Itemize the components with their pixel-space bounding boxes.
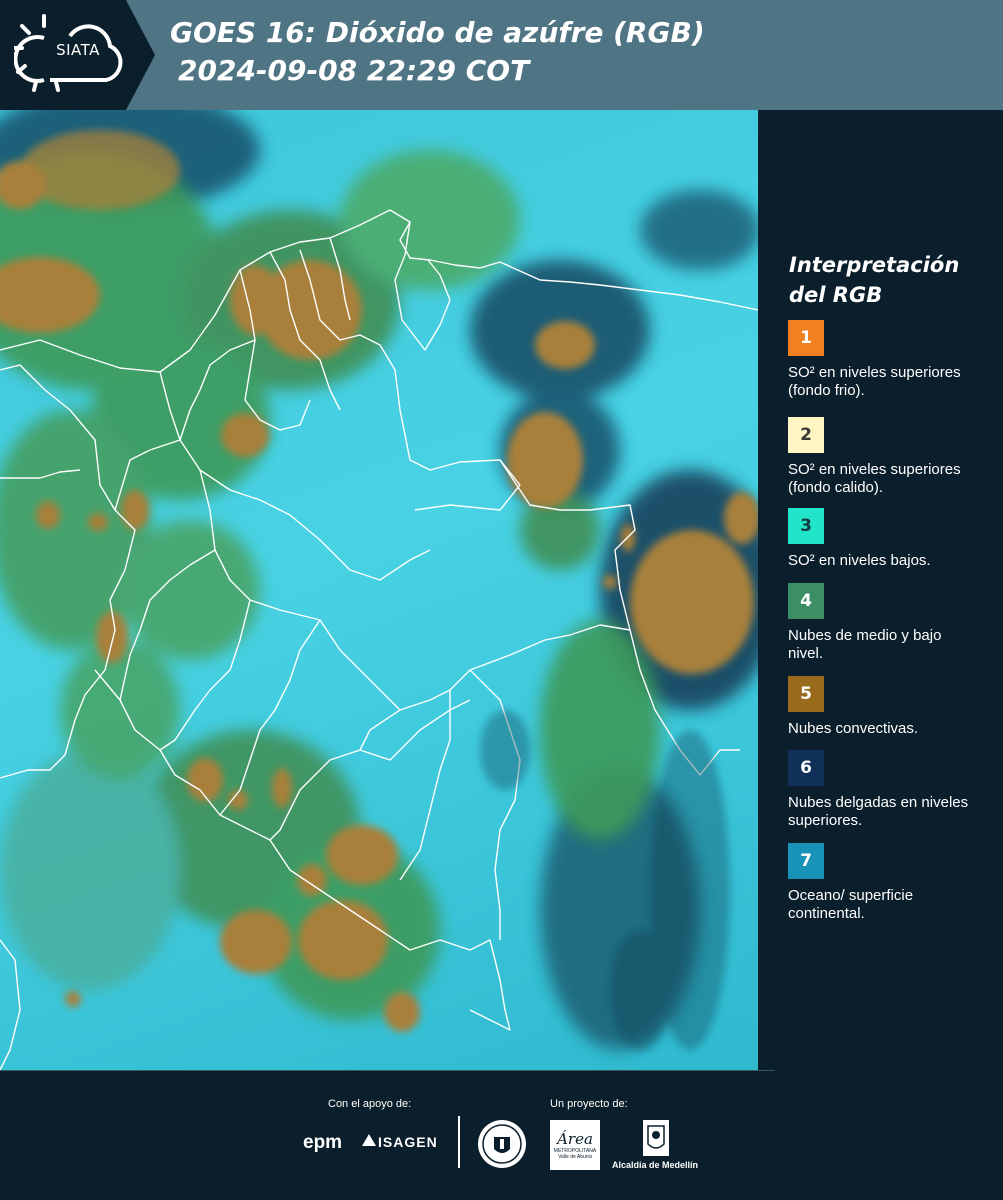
legend-swatch: 1 [788, 320, 824, 356]
area-logo-subtext: METROPOLITANA Valle de Aburrá [553, 1148, 597, 1160]
support-label: Con el apoyo de: [328, 1098, 412, 1110]
legend-item-4: 4 Nubes de medio y bajo nivel. [788, 583, 993, 663]
isagen-icon [362, 1134, 376, 1146]
legend-swatch: 2 [788, 417, 824, 453]
legend-label: SO² en niveles bajos. [788, 552, 931, 569]
title-timestamp: 2024-09-08 22:29 COT [178, 54, 530, 87]
legend-title: Interpretación del RGB [789, 253, 960, 307]
rgb-legend-panel: Interpretación del RGB 1 SO² en niveles … [758, 110, 1003, 1070]
legend-item-6: 6 Nubes delgadas en niveles superiores. [788, 750, 993, 830]
legend-item-1: 1 SO² en niveles superiores (fondo frio)… [788, 320, 993, 400]
alcaldia-label: Alcaldía de Medellín [612, 1160, 699, 1170]
legend-label: Nubes de medio y bajo nivel. [788, 627, 942, 662]
legend-item-2: 2 SO² en niveles superiores (fondo calid… [788, 417, 993, 497]
legend-swatch: 4 [788, 583, 824, 619]
logo-divider [458, 1116, 460, 1168]
legend-swatch: 7 [788, 843, 824, 879]
area-metropolitana-logo: Área METROPOLITANA Valle de Aburrá [550, 1120, 600, 1170]
legend-label: Nubes delgadas en niveles superiores. [788, 794, 969, 829]
legend-label: Nubes convectivas. [788, 720, 919, 737]
page-title: GOES 16: Dióxido de azúfre (RGB) 2024-09… [170, 14, 705, 90]
legend-swatch: 3 [788, 508, 824, 544]
legend-item-3: 3 SO² en niveles bajos. [788, 508, 993, 570]
logo-text: SIATA [56, 41, 100, 59]
isagen-logo: ISAGEN [378, 1134, 438, 1150]
footer: Con el apoyo de: Un proyecto de: epm ISA… [0, 1070, 1003, 1200]
header-bar: SIATA GOES 16: Dióxido de azúfre (RGB) 2… [0, 0, 1003, 110]
area-logo-text: Área [557, 1130, 593, 1148]
siata-logo: SIATA [0, 0, 155, 110]
footer-divider-line [0, 1070, 775, 1071]
satellite-map[interactable] [0, 110, 758, 1070]
alcaldia-shield-icon [643, 1120, 669, 1156]
legend-label: Oceano/ superficie continental. [788, 887, 914, 922]
legend-label: SO² en niveles superiores (fondo calido)… [788, 461, 961, 496]
legend-item-5: 5 Nubes convectivas. [788, 676, 993, 738]
medellin-seal-icon [478, 1120, 526, 1168]
epm-logo: epm [303, 1132, 343, 1153]
legend-label: SO² en niveles superiores (fondo frio). [788, 364, 961, 399]
legend-swatch: 6 [788, 750, 824, 786]
legend-item-7: 7 Oceano/ superficie continental. [788, 843, 993, 923]
satellite-image [0, 110, 758, 1070]
legend-swatch: 5 [788, 676, 824, 712]
title-product: GOES 16: Dióxido de azúfre (RGB) [170, 16, 705, 49]
project-label: Un proyecto de: [550, 1098, 628, 1110]
